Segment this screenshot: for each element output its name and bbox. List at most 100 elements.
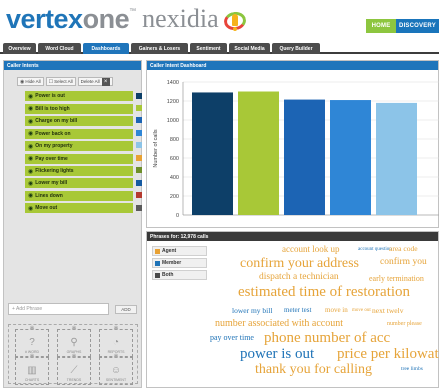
intent-list: ◉ Power is out ◉ Bill is too high ◉ Charge on…: [25, 91, 142, 216]
intent-item[interactable]: ◉ Power back on: [25, 128, 142, 139]
widget-icon: ◔: [112, 337, 120, 348]
delete-all-button[interactable]: Delete All ×: [77, 77, 113, 86]
widget-icon: ⚲: [70, 337, 78, 348]
intent-item[interactable]: ◉ Move out: [25, 203, 142, 214]
tab-overview[interactable]: Overview: [3, 43, 36, 54]
charts-widget[interactable]: ✱ ▥ CHARTS: [15, 354, 49, 385]
home-button[interactable]: HOME: [366, 19, 396, 33]
dashboard-title: Caller Intent Dashboard: [147, 61, 438, 70]
cloud-phrase[interactable]: confirm you: [380, 257, 427, 268]
intent-toggle[interactable]: ◉ Flickering lights: [25, 166, 133, 176]
intent-toggle[interactable]: ◉ Charge on my bill: [25, 116, 133, 127]
nexidia-signal-icon: [222, 9, 248, 32]
select-all-button[interactable]: ☐ Select All: [45, 77, 76, 86]
cloud-phrase[interactable]: estimated time of restoration: [238, 285, 410, 300]
phrases-panel: Phrases for: 12,978 calls Agent Member Bot…: [146, 231, 439, 388]
intent-item[interactable]: ◉ On my property: [25, 141, 142, 152]
intent-toggle[interactable]: ◉ Move out: [25, 203, 133, 214]
cloud-phrase[interactable]: next twelv: [372, 307, 403, 315]
chart-bar: [284, 99, 325, 215]
intent-toggle[interactable]: ◉ Power back on: [25, 128, 133, 139]
sentiment-widget[interactable]: ✱ ☺ SENTIMENT: [99, 354, 133, 385]
intent-color-swatch: [136, 104, 142, 111]
cloud-phrase[interactable]: pay over time: [210, 334, 254, 342]
intent-toggle[interactable]: ◉ Bill is too high: [25, 103, 133, 114]
eye-icon[interactable]: ◉: [28, 180, 33, 187]
intent-label: Power is out: [35, 93, 65, 100]
intent-item[interactable]: ◉ Lower my bill: [25, 178, 142, 189]
cloud-phrase[interactable]: meter test: [284, 307, 311, 314]
intent-toolbar: ◉ Hide All ☐ Select All Delete All ×: [17, 77, 113, 86]
widget-label: SENTIMENT: [105, 378, 127, 382]
intent-toggle[interactable]: ◉ Power is out: [25, 91, 133, 102]
widget-label: CHARTS: [24, 378, 40, 382]
eye-icon[interactable]: ◉: [28, 155, 33, 162]
cloud-phrase[interactable]: power is out: [240, 347, 314, 362]
cloud-phrase[interactable]: early termination: [369, 275, 424, 283]
cloud-phrase[interactable]: move in: [325, 307, 348, 314]
legend-item[interactable]: Member: [152, 258, 207, 268]
intent-toggle[interactable]: ◉ Lower my bill: [25, 178, 133, 189]
intent-item[interactable]: ◉ Pay over time: [25, 153, 142, 164]
intent-item[interactable]: ◉ Bill is too high: [25, 103, 142, 114]
cloud-phrase[interactable]: number please: [387, 321, 422, 327]
intent-color-swatch: [136, 167, 142, 174]
eye-icon[interactable]: ◉: [28, 192, 33, 199]
cloud-phrase[interactable]: tree limbs: [401, 366, 423, 373]
intent-toggle[interactable]: ◉ Pay over time: [25, 153, 133, 164]
add-phrase-input[interactable]: + Add Phrase: [8, 303, 109, 315]
eye-icon[interactable]: ◉: [28, 105, 33, 112]
tab-social-media[interactable]: Social Media: [229, 43, 270, 54]
close-icon: ×: [101, 77, 110, 86]
eye-icon[interactable]: ◉: [28, 168, 33, 175]
cloud-phrase[interactable]: account look up: [282, 245, 340, 254]
legend-swatch: [155, 260, 160, 266]
chart-bar: [192, 92, 233, 215]
tab-query-builder[interactable]: Query Builder: [272, 43, 320, 54]
tab-gainers-losers[interactable]: Gainers & Losers: [131, 43, 188, 54]
cloud-phrase[interactable]: move out: [352, 308, 371, 313]
intent-item[interactable]: ◉ Power is out: [25, 91, 142, 102]
legend-item[interactable]: Agent: [152, 246, 207, 256]
intent-toggle[interactable]: ◉ Lines down: [25, 190, 133, 201]
cloud-phrase[interactable]: area code: [389, 245, 418, 253]
legend-swatch: [155, 272, 160, 278]
eye-icon[interactable]: ◉: [28, 118, 33, 125]
discovery-button[interactable]: DISCOVERY: [396, 19, 439, 33]
caller-intents-panel: Caller Intents ◉ Hide All ☐ Select All D…: [3, 60, 142, 388]
legend-item[interactable]: Both: [152, 270, 207, 280]
eye-icon: ◉: [20, 78, 25, 85]
cloud-phrase[interactable]: lower my bill: [232, 307, 272, 315]
hide-all-button[interactable]: ◉ Hide All: [17, 77, 44, 86]
intent-item[interactable]: ◉ Lines down: [25, 190, 142, 201]
widget-label: TRENDS: [66, 378, 82, 382]
tab-sentiment[interactable]: Sentiment: [190, 43, 227, 54]
eye-icon[interactable]: ◉: [28, 143, 33, 150]
intent-toggle[interactable]: ◉ On my property: [25, 141, 133, 152]
tab-dashboards[interactable]: Dashboards: [83, 43, 129, 54]
add-phrase-button[interactable]: ADD: [115, 305, 137, 314]
y-tick-label: 600: [170, 156, 179, 162]
intent-item[interactable]: ◉ Flickering lights: [25, 166, 142, 176]
speaker-legend: Agent Member Both: [152, 246, 207, 282]
cloud-phrase[interactable]: account question: [358, 247, 392, 252]
cloud-phrase[interactable]: number associated with account: [215, 319, 343, 329]
intent-label: Bill is too high: [35, 105, 70, 112]
cloud-phrase[interactable]: phone number of acc: [264, 331, 390, 346]
cloud-phrase[interactable]: thank you for calling: [255, 363, 372, 377]
cloud-phrase[interactable]: price per kilowat: [337, 347, 439, 362]
logo-one-text: one: [82, 4, 130, 34]
caller-intent-bar-chart: 0 200 400 600 800 1000 1200 1400 Number of calls: [153, 80, 439, 219]
trends-widget[interactable]: ✱ ⟋ TRENDS: [57, 354, 91, 385]
select-all-label: Select All: [54, 79, 73, 84]
cloud-phrase[interactable]: dispatch a technician: [259, 272, 339, 283]
intent-color-swatch: [136, 92, 142, 99]
intent-label: Pay over time: [35, 155, 68, 162]
tab-word-cloud[interactable]: Word Cloud: [38, 43, 81, 54]
intent-item[interactable]: ◉ Charge on my bill: [25, 116, 142, 127]
eye-icon[interactable]: ◉: [28, 93, 33, 100]
eye-icon[interactable]: ◉: [28, 130, 33, 137]
eye-icon[interactable]: ◉: [28, 205, 33, 212]
logo-vertex-text: vertex: [6, 4, 83, 34]
cloud-phrase[interactable]: confirm your address: [240, 257, 359, 271]
